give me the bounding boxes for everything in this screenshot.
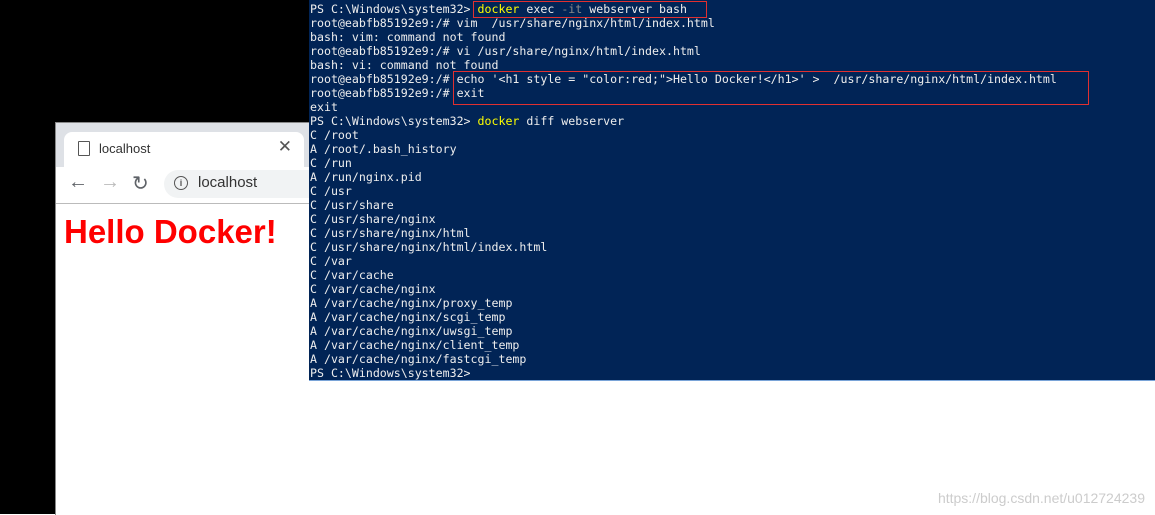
browser-window: localhost ✕ ← → ↻ i localhost Hello Dock… <box>55 122 324 515</box>
watermark: https://blog.csdn.net/u012724239 <box>937 490 1145 506</box>
back-icon[interactable]: ← <box>68 171 88 194</box>
page-icon <box>78 141 90 156</box>
terminal-line: A /var/cache/nginx/uwsgi_temp <box>310 324 513 338</box>
powershell-terminal[interactable]: PS C:\Windows\system32> docker exec -it … <box>309 0 1155 381</box>
terminal-line: C /usr/share/nginx <box>310 212 436 226</box>
terminal-line: A /var/cache/nginx/scgi_temp <box>310 310 506 324</box>
highlight-box <box>473 1 707 18</box>
terminal-line: C /var/cache/nginx <box>310 282 436 296</box>
terminal-line: C /usr/share <box>310 198 394 212</box>
terminal-line: A /root/.bash_history <box>310 142 457 156</box>
url-text: localhost <box>198 174 258 191</box>
terminal-line: bash: vim: command not found <box>310 30 506 44</box>
terminal-line: C /root <box>310 128 359 142</box>
terminal-line: C /usr <box>310 184 352 198</box>
terminal-line: A /var/cache/nginx/fastcgi_temp <box>310 352 527 366</box>
forward-icon[interactable]: → <box>100 171 120 194</box>
terminal-output: PS C:\Windows\system32> docker exec -it … <box>310 2 1057 380</box>
terminal-line: A /run/nginx.pid <box>310 170 422 184</box>
terminal-line: PS C:\Windows\system32> docker diff webs… <box>310 114 625 128</box>
page-heading: Hello Docker! <box>64 213 277 250</box>
toolbar: ← → ↻ i localhost <box>56 167 324 204</box>
tab-strip: localhost ✕ <box>56 123 310 167</box>
desktop-background <box>0 381 55 514</box>
terminal-line: C /var <box>310 254 352 268</box>
terminal-line: C /run <box>310 156 352 170</box>
tab-localhost[interactable]: localhost ✕ <box>64 132 304 167</box>
reload-icon[interactable]: ↻ <box>132 171 149 196</box>
terminal-line: PS C:\Windows\system32> <box>310 366 471 380</box>
terminal-line: root@eabfb85192e9:/# vim /usr/share/ngin… <box>310 16 715 30</box>
address-bar[interactable]: i localhost <box>164 170 324 198</box>
info-icon[interactable]: i <box>174 176 188 190</box>
terminal-line: root@eabfb85192e9:/# vi /usr/share/nginx… <box>310 44 701 58</box>
terminal-line: A /var/cache/nginx/proxy_temp <box>310 296 513 310</box>
highlight-box <box>453 71 1089 105</box>
terminal-line: C /usr/share/nginx/html/index.html <box>310 240 548 254</box>
terminal-line: C /usr/share/nginx/html <box>310 226 471 240</box>
tab-title: localhost <box>99 141 151 156</box>
terminal-line: C /var/cache <box>310 268 394 282</box>
terminal-line: bash: vi: command not found <box>310 58 499 72</box>
terminal-line: A /var/cache/nginx/client_temp <box>310 338 520 352</box>
close-icon[interactable]: ✕ <box>278 137 292 157</box>
